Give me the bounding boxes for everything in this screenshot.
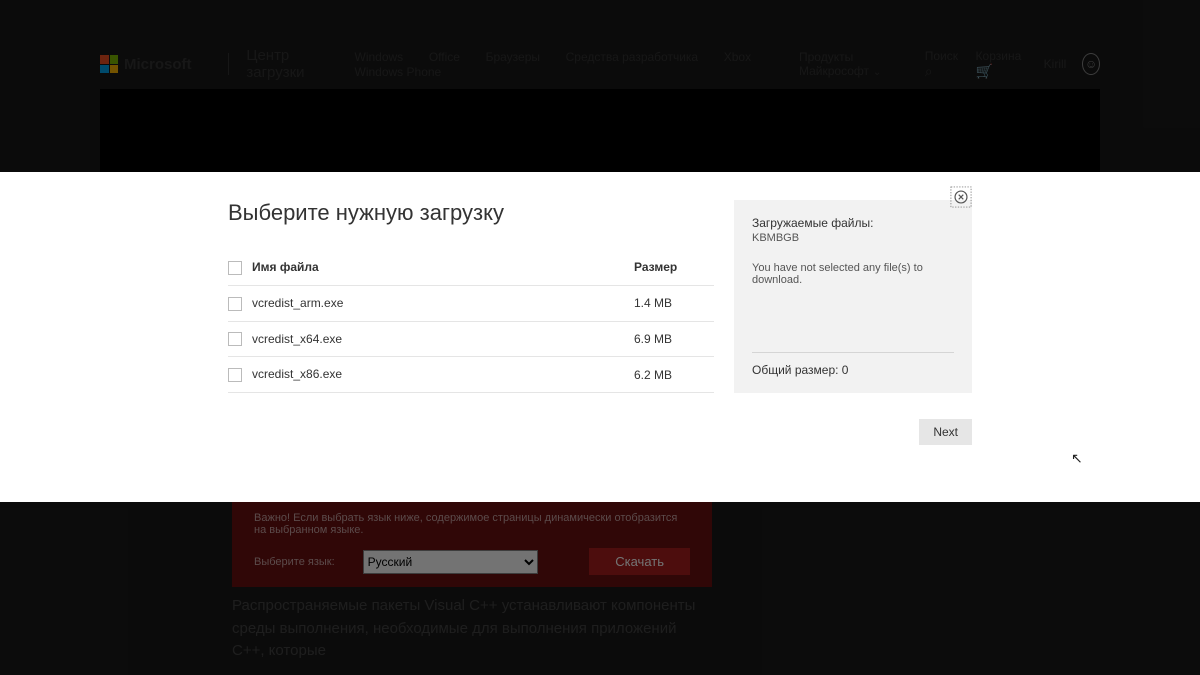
file-checkbox[interactable] (228, 332, 242, 346)
table-row[interactable]: vcredist_x86.exe 6.2 MB (228, 357, 714, 393)
sidebar-title: Загружаемые файлы: (752, 216, 954, 230)
cursor-icon: ↖ (1071, 450, 1083, 467)
col-filename: Имя файла (252, 260, 319, 274)
files-table: Имя файла Размер vcredist_arm.exe 1.4 MB… (228, 254, 714, 393)
sidebar-empty-msg: You have not selected any file(s) to dow… (752, 262, 954, 286)
file-name: vcredist_x64.exe (252, 332, 342, 346)
close-button[interactable] (950, 186, 972, 208)
modal-title: Выберите нужную загрузку (228, 200, 714, 226)
table-row[interactable]: vcredist_arm.exe 1.4 MB (228, 285, 714, 321)
next-button[interactable]: Next (919, 419, 972, 445)
file-size: 6.9 MB (634, 321, 714, 357)
sidebar-total: Общий размер: 0 (752, 353, 954, 377)
file-name: vcredist_x86.exe (252, 367, 342, 381)
file-name: vcredist_arm.exe (252, 296, 343, 310)
close-icon (950, 186, 972, 208)
modal-sidebar: Загружаемые файлы: KBMBGB You have not s… (734, 200, 972, 393)
col-size: Размер (634, 254, 714, 285)
sidebar-kb: KBMBGB (752, 232, 954, 244)
file-checkbox[interactable] (228, 368, 242, 382)
file-checkbox[interactable] (228, 297, 242, 311)
download-modal: Выберите нужную загрузку Имя файла Разме… (0, 172, 1200, 502)
file-size: 6.2 MB (634, 357, 714, 393)
file-size: 1.4 MB (634, 285, 714, 321)
table-row[interactable]: vcredist_x64.exe 6.9 MB (228, 321, 714, 357)
select-all-checkbox[interactable] (228, 261, 242, 275)
